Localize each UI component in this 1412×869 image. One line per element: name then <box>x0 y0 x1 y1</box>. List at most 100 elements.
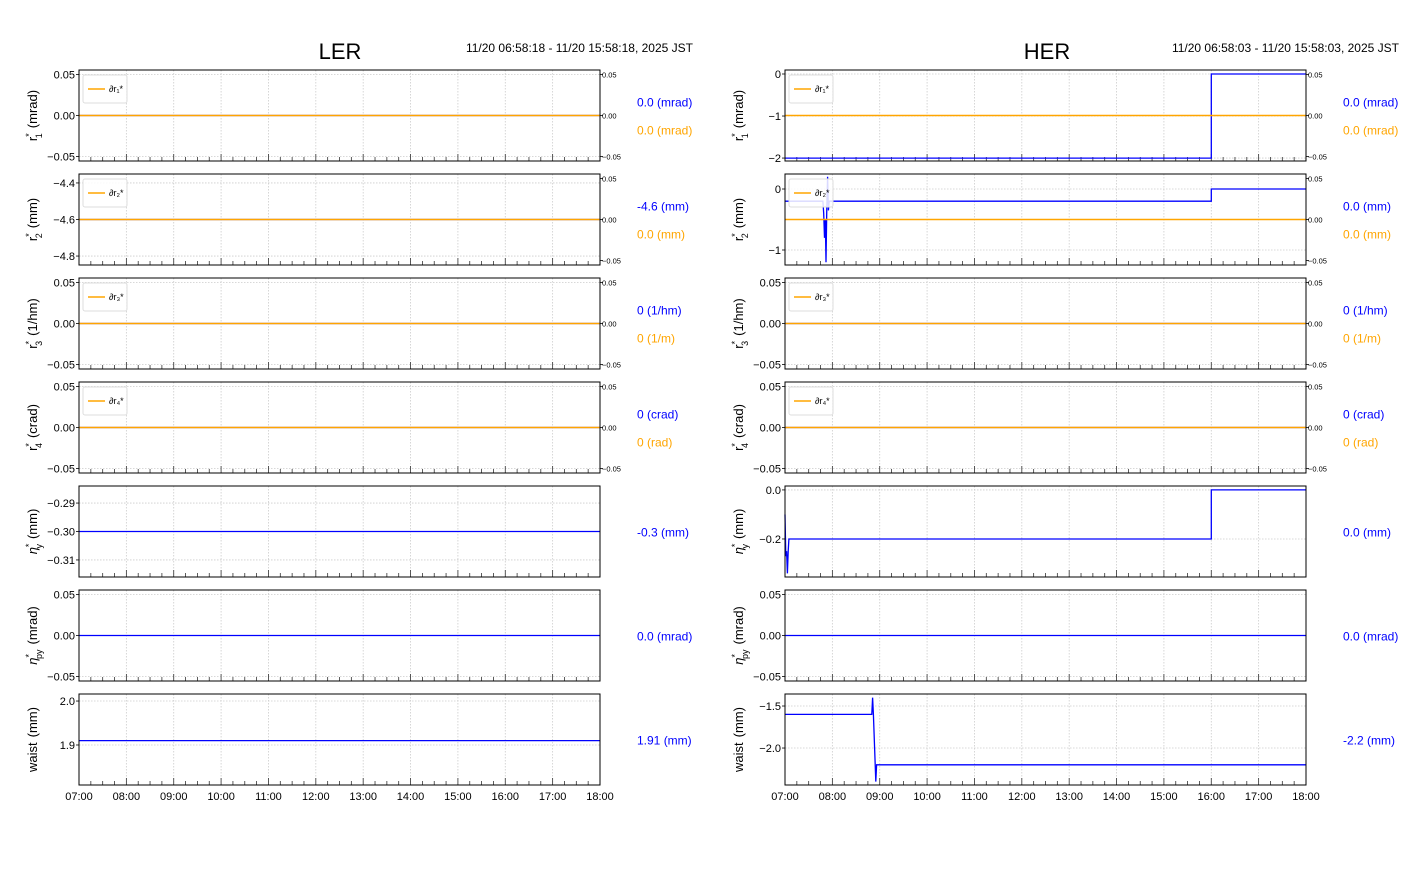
x-tick-label: 08:00 <box>113 791 141 803</box>
x-tick-label: 14:00 <box>397 791 425 803</box>
legend-label: ∂r₃* <box>815 292 830 302</box>
value-label: 0 (crad) <box>637 408 678 422</box>
chart-title: HER <box>1024 39 1070 64</box>
value-label: 0.0 (mrad) <box>637 96 692 110</box>
y-axis-label: r*4(crad) <box>730 404 750 451</box>
value-label: 0.0 (mm) <box>1343 526 1391 540</box>
y-tick-label: −1 <box>768 245 781 257</box>
panel-ηy: −0.29 −0.30 −0.31η*y(mm) -0.3 (mm) <box>24 485 689 578</box>
y-tick-label: 0.05 <box>54 278 75 290</box>
panel-r1: 0.05 0.00 −0.05 0.05 0.00 −0.05 ∂r₁* r*1(mrad) 0… <box>24 69 692 163</box>
y-tick-label: 0.00 <box>54 631 75 643</box>
y-tick-label: −0.2 <box>759 534 781 546</box>
panel-r4: 0.05 0.00 −0.05 0.05 0.00 −0.05 ∂r₄* r*4(crad) 0… <box>730 381 1384 475</box>
right-y-tick-label: 0.05 <box>1308 279 1323 288</box>
y-axis-label: η*py(mrad) <box>730 606 750 665</box>
y-tick-label: −0.05 <box>753 463 781 475</box>
value-label: 0 (rad) <box>1343 436 1378 450</box>
y-tick-label: −2 <box>768 153 781 165</box>
right-y-tick-label: −0.05 <box>602 256 621 265</box>
right-y-tick-label: 0.05 <box>1308 383 1323 392</box>
right-y-tick-label: 0.05 <box>602 279 617 288</box>
y-tick-label: 0.05 <box>54 590 75 602</box>
x-tick-label: 12:00 <box>1008 791 1036 803</box>
y-tick-label: −0.05 <box>47 671 75 683</box>
value-label: -2.2 (mm) <box>1343 734 1395 748</box>
x-tick-label: 17:00 <box>539 791 567 803</box>
y-axis-label: r*2(mm) <box>730 198 750 241</box>
y-tick-label: 0.00 <box>760 423 781 435</box>
x-tick-label: 11:00 <box>961 791 988 803</box>
x-tick-label: 11:00 <box>255 791 282 803</box>
right-y-tick-label: 0.05 <box>1308 175 1323 184</box>
right-y-tick-label: −0.05 <box>602 360 621 369</box>
y-axis-label: r*3(1/hm) <box>24 298 44 348</box>
y-tick-label: −0.05 <box>47 151 75 163</box>
value-label: 0 (1/hm) <box>1343 304 1388 318</box>
time-range: 11/20 06:58:03 - 11/20 15:58:03, 2025 JS… <box>1172 41 1400 55</box>
x-tick-label: 15:00 <box>1150 791 1178 803</box>
value-label: 0 (1/m) <box>1343 332 1381 346</box>
panel-r3: 0.05 0.00 −0.05 0.05 0.00 −0.05 ∂r₃* r*3(1/hm) 0… <box>24 277 682 371</box>
panel-r2: 0 −1 0.05 0.00 −0.05 ∂r₂* r*2(mm) 0.0 (mm) 0.0 (… <box>730 173 1391 266</box>
y-tick-label: −0.30 <box>47 527 75 539</box>
y-tick-label: 0.05 <box>760 590 781 602</box>
x-tick-label: 13:00 <box>349 791 377 803</box>
panel-r4: 0.05 0.00 −0.05 0.05 0.00 −0.05 ∂r₄* r*4(crad) 0… <box>24 381 678 475</box>
chart-title: LER <box>319 39 362 64</box>
y-axis-label: waist(mm) <box>731 707 746 773</box>
legend: ∂r₃* <box>82 282 128 312</box>
figure: LER 11/20 06:58:18 - 11/20 15:58:18, 2025… <box>24 39 1400 803</box>
plot-frame <box>78 693 601 786</box>
y-tick-label: −4.8 <box>53 251 75 263</box>
plot-frame <box>784 693 1307 786</box>
value-label: 0.0 (mrad) <box>637 124 692 138</box>
right-y-tick-label: 0.00 <box>1308 216 1323 225</box>
y-tick-label: −0.05 <box>47 359 75 371</box>
y-tick-label: −0.29 <box>47 498 75 510</box>
value-label: 0.0 (mrad) <box>1343 630 1398 644</box>
legend: ∂r₃* <box>788 282 834 312</box>
y-axis-label: r*1(mrad) <box>730 90 750 141</box>
right-y-tick-label: 0.00 <box>602 216 617 225</box>
y-tick-label: 0.05 <box>760 382 781 394</box>
plot-frame <box>784 485 1307 578</box>
x-tick-label: 08:00 <box>819 791 847 803</box>
legend-label: ∂r₄* <box>815 396 830 406</box>
y-tick-label: 0.05 <box>54 70 75 82</box>
y-tick-label: 0.05 <box>54 382 75 394</box>
panel-waist: 2.0 1.9 waist(mm) 1.91 (mm) <box>25 693 692 786</box>
y-tick-label: 0.0 <box>766 485 781 497</box>
y-tick-label: 0.00 <box>54 423 75 435</box>
x-tick-label: 16:00 <box>492 791 520 803</box>
series-line-waist <box>785 697 1306 782</box>
series-line-ηy* <box>784 489 1306 574</box>
panel-r3: 0.05 0.00 −0.05 0.05 0.00 −0.05 ∂r₃* r*3(1/hm) 0… <box>730 277 1388 371</box>
subplot-column-her: HER 11/20 06:58:03 - 11/20 15:58:03, 2025… <box>730 39 1400 803</box>
legend-label: ∂r₁* <box>815 84 829 94</box>
panel-r1: 0 −1 −2 0.05 0.00 −0.05 ∂r₁* r*1(mrad) 0.0 (mrad… <box>730 69 1398 165</box>
y-tick-label: 0.05 <box>760 278 781 290</box>
legend: ∂r₁* <box>788 74 834 104</box>
x-tick-label: 13:00 <box>1055 791 1083 803</box>
x-tick-label: 07:00 <box>65 791 93 803</box>
value-label: 1.91 (mm) <box>637 734 692 748</box>
value-label: 0.0 (mrad) <box>1343 96 1398 110</box>
y-tick-label: −1 <box>768 111 781 123</box>
legend-label: ∂r₃* <box>109 292 124 302</box>
right-y-tick-label: −0.05 <box>1308 464 1327 473</box>
value-label: 0 (rad) <box>637 436 672 450</box>
y-axis-label: r*3(1/hm) <box>730 298 750 348</box>
right-y-tick-label: −0.05 <box>602 464 621 473</box>
x-tick-label: 12:00 <box>302 791 330 803</box>
y-axis-label: r*4(crad) <box>24 404 44 451</box>
value-label: 0.0 (mm) <box>637 228 685 242</box>
y-axis-label: η*py(mrad) <box>24 606 44 665</box>
y-tick-label: −4.4 <box>53 178 75 190</box>
value-label: -0.3 (mm) <box>637 526 689 540</box>
legend-label: ∂r₂* <box>815 188 830 198</box>
subplot-column-ler: LER 11/20 06:58:18 - 11/20 15:58:18, 2025… <box>24 39 694 803</box>
panel-r2: −4.4 −4.6 −4.8 0.05 0.00 −0.05 ∂r₂* r*2(mm) -4.6… <box>24 173 689 266</box>
x-tick-label: 15:00 <box>444 791 472 803</box>
right-y-tick-label: 0.00 <box>1308 112 1323 121</box>
